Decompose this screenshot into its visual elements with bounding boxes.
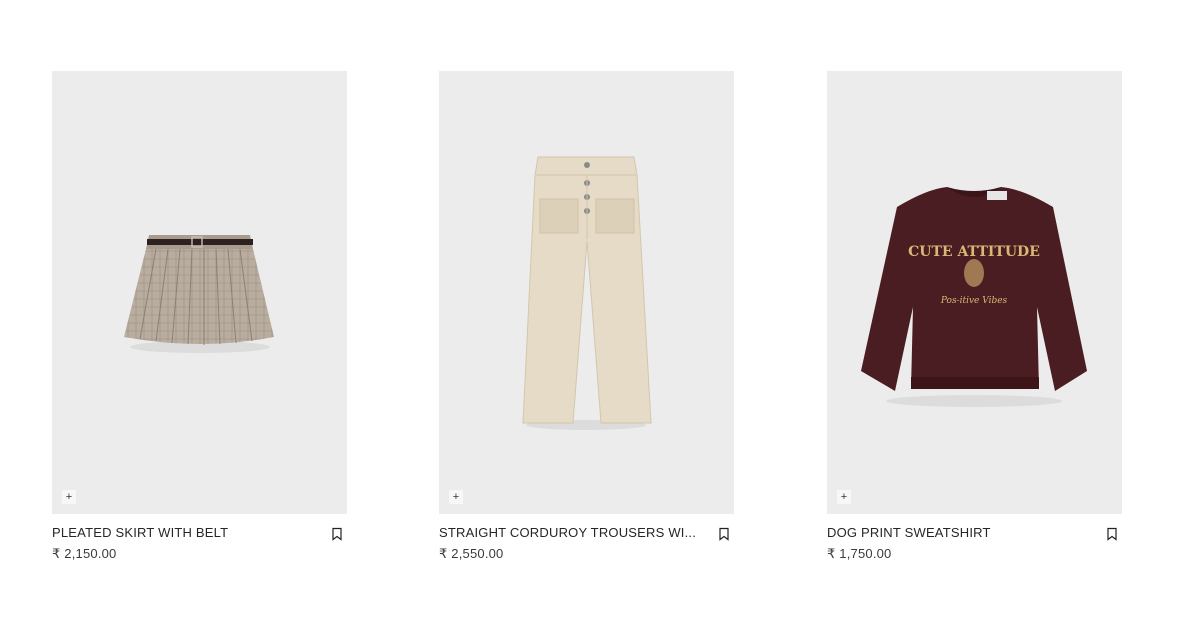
bookmark-icon[interactable] <box>331 527 343 541</box>
add-to-cart-button[interactable]: + <box>837 490 851 504</box>
print-script-text: Pos-itive Vibes <box>940 296 1008 306</box>
product-card[interactable]: CUTE ATTITUDE Pos-itive Vibes + DOG PRIN… <box>827 71 1122 569</box>
product-name[interactable]: PLEATED SKIRT WITH BELT <box>52 525 322 540</box>
product-price: ₹ 2,150.00 <box>52 546 117 561</box>
product-grid: + PLEATED SKIRT WITH BELT ₹ 2,150.00 + S… <box>52 71 1122 571</box>
bookmark-icon[interactable] <box>1106 527 1118 541</box>
product-info: STRAIGHT CORDUROY TROUSERS WI... ₹ 2,550… <box>439 525 734 569</box>
print-arc-text: CUTE ATTITUDE <box>908 244 1040 260</box>
product-name[interactable]: STRAIGHT CORDUROY TROUSERS WI... <box>439 525 709 540</box>
product-card[interactable]: + PLEATED SKIRT WITH BELT ₹ 2,150.00 <box>52 71 347 569</box>
product-name[interactable]: DOG PRINT SWEATSHIRT <box>827 525 1097 540</box>
bookmark-icon[interactable] <box>718 527 730 541</box>
skirt-image <box>124 235 274 353</box>
product-price: ₹ 1,750.00 <box>827 546 892 561</box>
product-image[interactable]: CUTE ATTITUDE Pos-itive Vibes + <box>827 71 1122 514</box>
sweatshirt-image: CUTE ATTITUDE Pos-itive Vibes <box>861 187 1087 407</box>
add-to-cart-button[interactable]: + <box>62 490 76 504</box>
product-price: ₹ 2,550.00 <box>439 546 504 561</box>
product-image[interactable]: + <box>52 71 347 514</box>
product-info: DOG PRINT SWEATSHIRT ₹ 1,750.00 <box>827 525 1122 569</box>
add-to-cart-button[interactable]: + <box>449 490 463 504</box>
product-image[interactable]: + <box>439 71 734 514</box>
trousers-image <box>522 156 652 430</box>
product-card[interactable]: + STRAIGHT CORDUROY TROUSERS WI... ₹ 2,5… <box>439 71 734 569</box>
product-info: PLEATED SKIRT WITH BELT ₹ 2,150.00 <box>52 525 347 569</box>
